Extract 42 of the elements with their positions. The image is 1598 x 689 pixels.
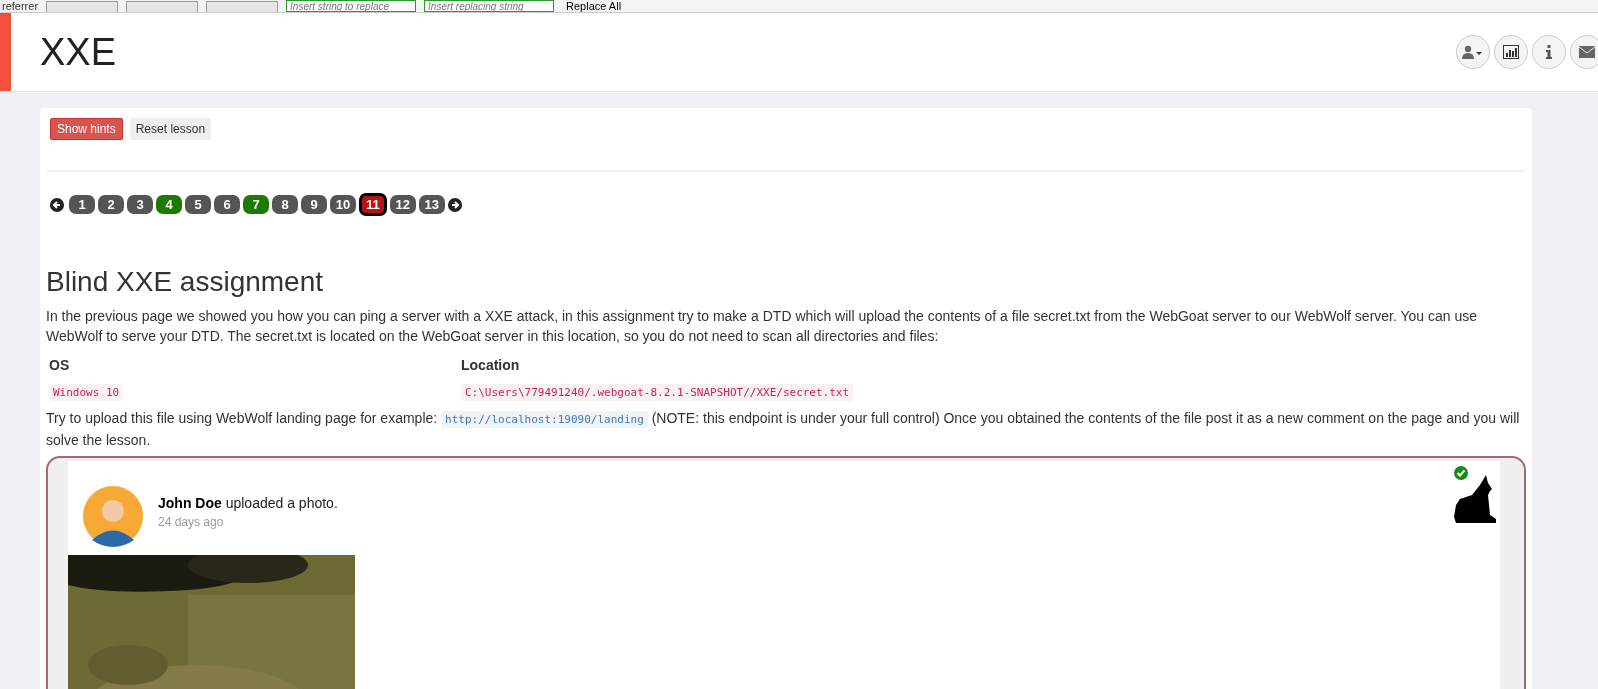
assignment-title: Blind XXE assignment [46, 266, 325, 298]
info-icon [1546, 45, 1552, 59]
code-value: C:\Users\779491240/.webgoat-8.2.1-SNAPSHOT//XXE/secret.txt [461, 384, 854, 401]
page-button[interactable]: 6 [214, 195, 240, 214]
page-button[interactable]: 4 [156, 195, 182, 214]
bar-chart-icon [1503, 45, 1519, 59]
page-button[interactable]: 2 [98, 195, 124, 214]
instruction-text: Try to upload this file using WebWolf landing page for example: http://localhost:19090/landing (NOTE: this endpoint is under your full control) Once you obtained the contents of the file post it as a new comment on the page and you will solve the lesson. [46, 409, 1521, 450]
code-value: Windows 10 [49, 384, 124, 401]
user-icon [1462, 45, 1484, 59]
column-header: OS [49, 357, 70, 373]
mail-icon [1579, 46, 1595, 58]
page-button[interactable]: 3 [127, 195, 153, 214]
next-arrow-icon[interactable] [447, 197, 462, 212]
page-title: XXE [40, 30, 118, 74]
avatar-icon [82, 485, 144, 547]
report-card-button[interactable] [1494, 35, 1528, 69]
page-button[interactable]: 1 [69, 195, 95, 214]
page-button[interactable]: 7 [243, 195, 269, 214]
assignment-description: In the previous page we showed you how you can ping a server with a XXE attack, in this assignment try to make a DTD which will upload the contents of a file secret.txt from the WebGoat server to our WebWolf server. You can use WebWolf to serve your DTD. The secret.txt is located on the WebGoat server in this location, so you do not need to scan all directories and files: [46, 307, 1479, 346]
info-button[interactable] [1532, 35, 1566, 69]
mail-button[interactable] [1570, 35, 1598, 69]
replace-string-field[interactable]: Insert replacing string [424, 0, 555, 12]
previous-arrow-icon[interactable] [50, 197, 64, 212]
replace-all-button[interactable]: Replace All [562, 0, 626, 12]
search-string-field[interactable]: Insert string to replace [286, 0, 417, 12]
page-button[interactable]: 12 [389, 195, 416, 214]
post-headline: John Doe uploaded a photo. [158, 495, 338, 511]
page-button[interactable]: 10 [330, 195, 356, 214]
lesson-button[interactable]: Show hints [50, 118, 123, 140]
success-check-icon [1454, 466, 1468, 480]
page-button[interactable]: 9 [301, 195, 327, 214]
lesson-button[interactable]: Reset lesson [129, 118, 212, 140]
column-header: Location [461, 357, 520, 373]
page-button[interactable]: 11 [359, 193, 387, 216]
page-button[interactable]: 13 [418, 195, 445, 214]
page-button[interactable]: 5 [185, 195, 211, 214]
landing-url[interactable]: http://localhost:19090/landing [441, 411, 648, 428]
page-button[interactable]: 8 [272, 195, 298, 214]
toolbar-label: referrer [2, 0, 39, 12]
post-time: 24 days ago [158, 515, 225, 529]
user-menu-button[interactable] [1456, 35, 1490, 69]
